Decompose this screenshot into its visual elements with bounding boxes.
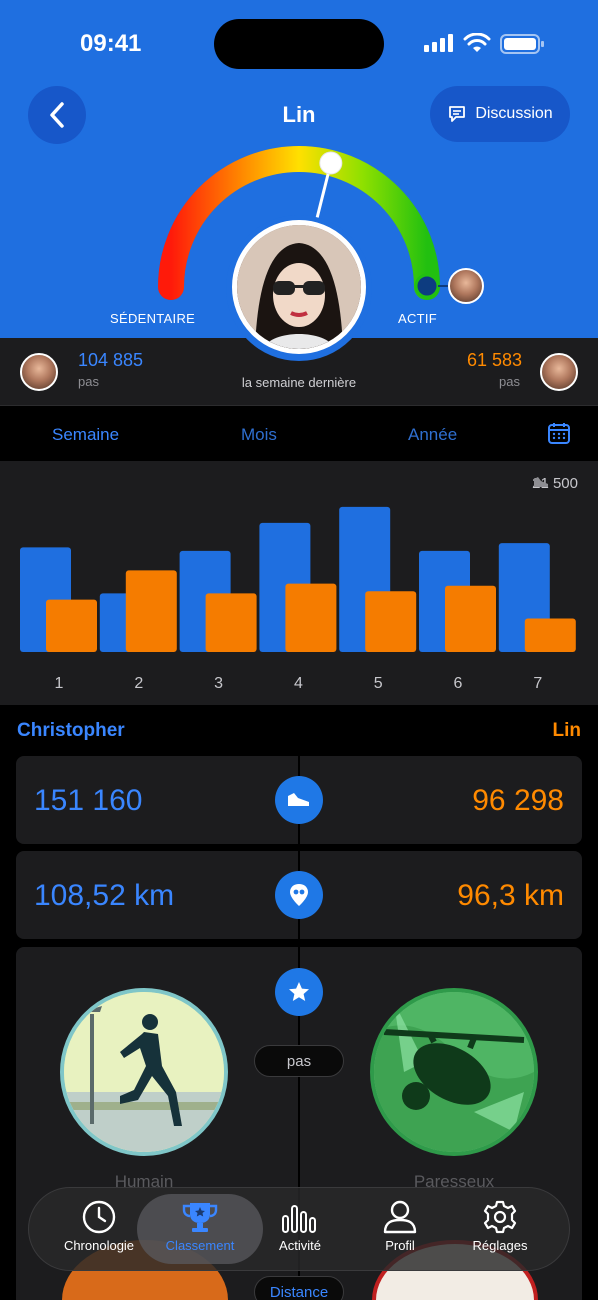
distance-metric-pill[interactable]: Distance [254, 1276, 344, 1300]
star-icon [289, 982, 309, 1001]
sloth-achievement-badge[interactable] [370, 988, 538, 1156]
trophy-icon [182, 1203, 218, 1232]
x-tick-label: 1 [55, 675, 64, 692]
left-steps-value: 104 885 [78, 350, 144, 370]
tab-profile-label: Profil [385, 1238, 415, 1253]
left-player-name: Christopher [17, 720, 125, 741]
avatar-portrait [237, 225, 361, 349]
left-total-distance: 108,52 km [34, 879, 175, 912]
weekly-steps-chart: 21 500 1234567 [0, 461, 598, 705]
active-label: ACTIF [398, 311, 438, 326]
sedentary-label: SÉDENTAIRE [110, 311, 196, 326]
tab-ranking-label: Classement [165, 1238, 235, 1253]
tab-chronology-label: Chronologie [63, 1238, 135, 1253]
tab-year[interactable]: Année [408, 425, 457, 445]
steps-badge [275, 776, 323, 824]
left-total-steps: 151 160 [34, 784, 143, 817]
tab-ranking[interactable]: Classement [150, 1200, 250, 1253]
bar-series2-7[interactable] [524, 618, 576, 652]
clock-icon [82, 1200, 116, 1234]
x-tick-label: 4 [294, 675, 303, 692]
distance-badge [275, 871, 323, 919]
calendar-icon[interactable] [547, 421, 571, 445]
right-steps-unit: pas [499, 374, 520, 389]
tab-settings-label: Réglages [472, 1238, 528, 1253]
runner-illustration [64, 992, 224, 1152]
bar-series2-2[interactable] [125, 570, 177, 652]
sloth-illustration [374, 992, 534, 1152]
gear-icon [483, 1200, 517, 1234]
human-achievement-badge[interactable] [60, 988, 228, 1156]
x-tick-label: 3 [214, 675, 223, 692]
right-total-distance: 96,3 km [457, 879, 564, 912]
period-tabs: Semaine Mois Année [0, 407, 598, 461]
bar-chart-svg: 1 2 3 4 5 6 7 [20, 506, 576, 692]
bar-series2-5[interactable] [365, 591, 417, 652]
tab-month[interactable]: Mois [241, 425, 277, 445]
location-pin-icon [290, 884, 308, 906]
friend-avatar-small [448, 268, 484, 304]
bar-chart-icon [282, 1205, 316, 1233]
achievement-badge [275, 968, 323, 1016]
tab-activity[interactable]: Activité [250, 1200, 350, 1253]
bar-series2-1[interactable] [46, 599, 97, 652]
x-tick-label: 5 [374, 675, 383, 692]
right-steps-value: 61 583 [466, 350, 522, 370]
bar-series2-3[interactable] [205, 593, 257, 652]
tab-chronology[interactable]: Chronologie [49, 1200, 149, 1253]
tab-settings[interactable]: Réglages [450, 1200, 550, 1253]
shoe-icon [288, 793, 309, 806]
tab-profile[interactable]: Profil [350, 1200, 450, 1253]
bar-series2-6[interactable] [445, 585, 496, 652]
x-tick-label: 7 [533, 675, 542, 692]
right-player-name: Lin [552, 720, 582, 741]
x-tick-label: 6 [454, 675, 463, 692]
user-avatar-small[interactable] [540, 353, 578, 391]
tab-bar: Chronologie Classement Activité Profil R… [28, 1187, 570, 1271]
user-avatar[interactable] [232, 220, 366, 354]
tab-activity-label: Activité [279, 1238, 321, 1253]
steps-metric-pill[interactable]: pas [254, 1045, 344, 1077]
bar-series2-4[interactable] [285, 583, 337, 652]
tab-week[interactable]: Semaine [52, 425, 119, 445]
x-tick-label: 2 [134, 675, 143, 692]
right-total-steps: 96 298 [472, 784, 564, 817]
person-icon [383, 1200, 417, 1234]
players-row: Christopher Lin [0, 706, 598, 756]
